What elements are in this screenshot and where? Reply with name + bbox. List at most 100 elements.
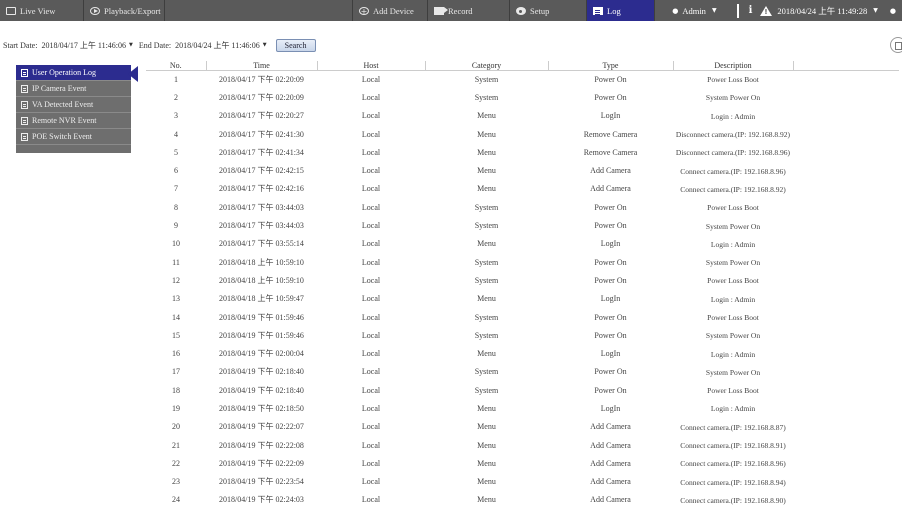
- end-date-value: 2018/04/24 上午 11:46:06: [175, 40, 260, 50]
- document-icon: [21, 68, 28, 77]
- admin-menu[interactable]: ● Admin ▼: [662, 6, 726, 16]
- add-device-tab[interactable]: + Add Device: [352, 0, 428, 21]
- cell-host: Local: [361, 202, 381, 212]
- date-filter-bar: Start Date: 2018/04/17 上午 11:46:06 ▼ End…: [0, 38, 316, 52]
- cell-category: System: [474, 202, 499, 212]
- cell-no: 4: [174, 129, 178, 139]
- cell-time: 2018/04/17 下午 03:44:03: [219, 221, 304, 231]
- table-row[interactable]: 252018/04/19 下午 02:30:40LocalMenuRemove …: [146, 510, 899, 513]
- cell-filler: [793, 436, 899, 454]
- table-row[interactable]: 4 2018/04/17 下午 02:41:30 Local Menu Remove C…: [146, 125, 899, 143]
- column-header-category[interactable]: Category: [425, 61, 549, 71]
- live-view-tab[interactable]: Live View: [0, 0, 84, 21]
- cell-type: Power On: [594, 92, 627, 102]
- table-row[interactable]: 2 2018/04/17 下午 02:20:09 Local System Power …: [146, 89, 899, 107]
- table-row[interactable]: 8 2018/04/17 下午 03:44:03 Local System Power …: [146, 199, 899, 217]
- log-table-container: No. Time Host Category Type Description …: [146, 61, 899, 513]
- cell-type: Add Camera: [590, 477, 631, 487]
- sidebar-item-va-detected-event[interactable]: VA Detected Event: [16, 97, 131, 113]
- cell-time: 2018/04/19 下午 02:18:40: [219, 367, 304, 377]
- cell-filler: [793, 473, 899, 491]
- table-row[interactable]: 23 2018/04/19 下午 02:23:54 Local Menu Add Cam…: [146, 473, 899, 491]
- datetime-dropdown-icon[interactable]: ▼: [873, 7, 878, 14]
- warning-icon[interactable]: [760, 5, 773, 16]
- column-header-type[interactable]: Type: [548, 61, 674, 71]
- list-icon: [21, 84, 28, 93]
- cell-type: Power On: [594, 385, 627, 395]
- log-label: Log: [607, 5, 621, 16]
- pin-icon[interactable]: ●: [890, 7, 896, 15]
- table-row[interactable]: 12 2018/04/18 上午 10:59:10 Local System Power…: [146, 272, 899, 290]
- table-row[interactable]: 24 2018/04/19 下午 02:24:03 Local Menu Add Cam…: [146, 491, 899, 509]
- cell-no: 13: [172, 294, 180, 304]
- table-row[interactable]: 7 2018/04/17 下午 02:42:16 Local Menu Add Came…: [146, 180, 899, 198]
- table-row[interactable]: 20 2018/04/19 下午 02:22:07 Local Menu Add Cam…: [146, 418, 899, 436]
- cell-category: System: [474, 74, 499, 84]
- cell-category: Menu: [477, 111, 496, 121]
- setup-tab[interactable]: Setup: [510, 0, 587, 21]
- playback-export-tab[interactable]: Playback/Export: [84, 0, 165, 21]
- cell-no: 20: [172, 422, 180, 432]
- cell-filler: [793, 418, 899, 436]
- cell-time: 2018/04/17 下午 02:41:34: [219, 147, 304, 157]
- cell-no: 22: [172, 458, 180, 468]
- table-row[interactable]: 17 2018/04/19 下午 02:18:40 Local System Power…: [146, 363, 899, 381]
- cell-description: Login : Admin: [710, 349, 756, 359]
- column-header-description[interactable]: Description: [673, 61, 794, 71]
- table-row[interactable]: 1 2018/04/17 下午 02:20:09 Local System Power …: [146, 71, 899, 89]
- cell-type: Add Camera: [590, 458, 631, 468]
- cell-time: 2018/04/19 下午 02:00:04: [219, 349, 304, 359]
- record-tab[interactable]: Record: [428, 0, 510, 21]
- cell-category: System: [474, 257, 499, 267]
- table-row[interactable]: 9 2018/04/17 下午 03:44:03 Local System Power …: [146, 217, 899, 235]
- cell-host: Local: [361, 275, 381, 285]
- table-row[interactable]: 6 2018/04/17 下午 02:42:15 Local Menu Add Came…: [146, 162, 899, 180]
- cell-category: Menu: [477, 239, 496, 249]
- table-row[interactable]: 3 2018/04/17 下午 02:20:27 Local Menu LogIn Log…: [146, 107, 899, 125]
- cell-type: Add Camera: [590, 184, 631, 194]
- log-icon: [593, 6, 603, 15]
- column-header-time[interactable]: Time: [206, 61, 318, 71]
- log-tab[interactable]: Log: [587, 0, 655, 21]
- table-row[interactable]: 18 2018/04/19 下午 02:18:40 Local System Power…: [146, 382, 899, 400]
- end-date-select[interactable]: 2018/04/24 上午 11:46:06 ▼: [173, 39, 269, 51]
- sidebar-item-user-operation-log[interactable]: User Operation Log: [16, 65, 131, 81]
- cell-host: Local: [361, 349, 381, 359]
- table-row[interactable]: 5 2018/04/17 下午 02:41:34 Local Menu Remove C…: [146, 144, 899, 162]
- table-row[interactable]: 16 2018/04/19 下午 02:00:04 Local Menu LogIn Lo…: [146, 345, 899, 363]
- start-date-select[interactable]: 2018/04/17 上午 11:46:06 ▼: [39, 39, 135, 51]
- cell-type: Power On: [594, 202, 627, 212]
- sidebar-item-ip-camera-event[interactable]: IP Camera Event: [16, 81, 131, 97]
- column-header-host[interactable]: Host: [317, 61, 426, 71]
- cell-description: Disconnect camera.(IP: 192.168.8.92): [675, 130, 791, 140]
- export-icon[interactable]: [890, 37, 902, 53]
- column-header-no[interactable]: No.: [146, 61, 207, 71]
- cell-no: 12: [172, 275, 180, 285]
- table-row[interactable]: 11 2018/04/18 上午 10:59:10 Local System Power…: [146, 253, 899, 271]
- cell-no: 9: [174, 221, 178, 231]
- table-row[interactable]: 21 2018/04/19 下午 02:22:08 Local Menu Add Cam…: [146, 436, 899, 454]
- cell-filler: [793, 382, 899, 400]
- table-row[interactable]: 15 2018/04/19 下午 01:59:46 Local System Power…: [146, 327, 899, 345]
- search-button[interactable]: Search: [275, 38, 316, 52]
- info-icon[interactable]: i: [749, 5, 753, 16]
- cell-category: Menu: [477, 422, 496, 432]
- table-row[interactable]: 10 2018/04/17 下午 03:55:14 Local Menu LogIn Lo…: [146, 235, 899, 253]
- table-row[interactable]: 13 2018/04/18 上午 10:59:47 Local Menu LogIn Lo…: [146, 290, 899, 308]
- sidebar-item-label: POE Switch Event: [32, 132, 92, 141]
- cell-description: Connect camera.(IP: 192.168.8.90): [680, 495, 786, 505]
- cell-host: Local: [361, 257, 381, 267]
- cell-host: Local: [361, 403, 381, 413]
- record-label: Record: [448, 5, 473, 16]
- sidebar-item-remote-nvr-event[interactable]: Remote NVR Event: [16, 113, 131, 129]
- cell-time: 2018/04/19 下午 02:30:40: [206, 510, 317, 513]
- cell-host: Local: [361, 239, 381, 249]
- cell-no: 10: [172, 239, 180, 249]
- log-table: No. Time Host Category Type Description …: [146, 61, 899, 513]
- table-row[interactable]: 14 2018/04/19 下午 01:59:46 Local System Power…: [146, 308, 899, 326]
- table-row[interactable]: 19 2018/04/19 下午 02:18:50 Local Menu LogIn Lo…: [146, 400, 899, 418]
- table-row[interactable]: 22 2018/04/19 下午 02:22:09 Local Menu Add Cam…: [146, 455, 899, 473]
- sidebar-item-poe-switch-event[interactable]: POE Switch Event: [16, 129, 131, 145]
- cell-time: 2018/04/17 下午 03:55:14: [219, 239, 304, 249]
- cell-description: Connect camera.(IP: 192.168.8.96): [680, 166, 786, 176]
